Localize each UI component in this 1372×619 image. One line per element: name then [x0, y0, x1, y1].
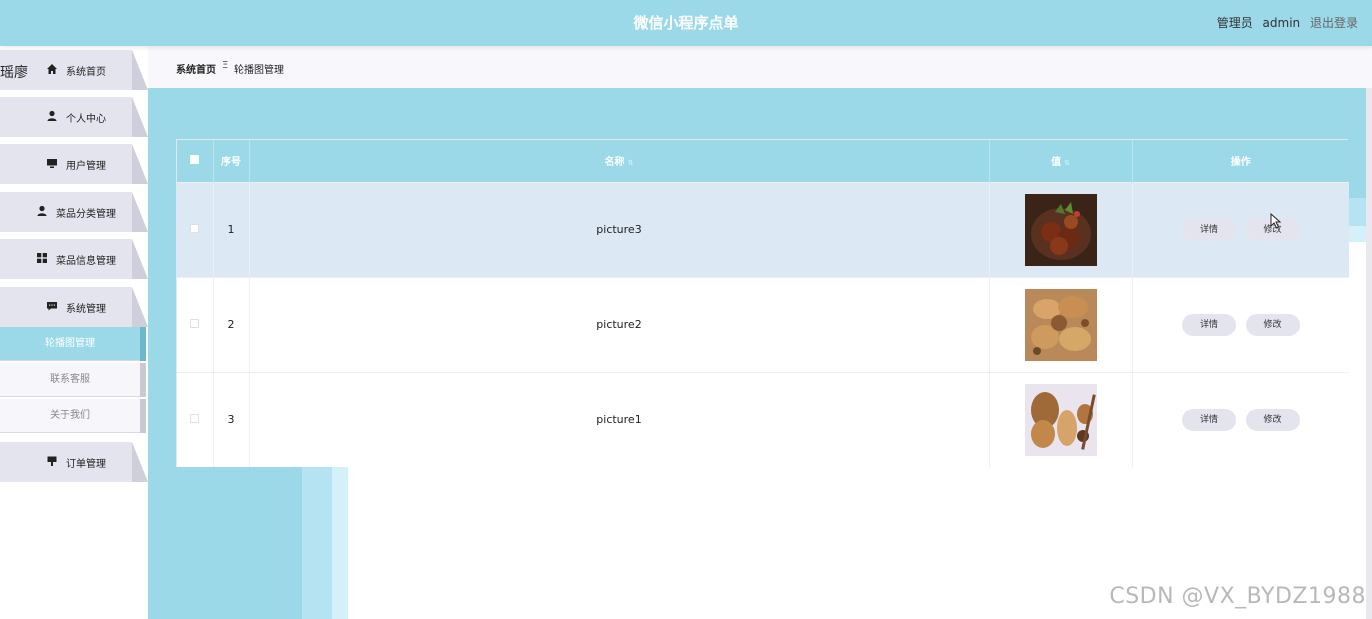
monitor-icon — [46, 157, 58, 169]
breadcrumb-home[interactable]: 系统首页 — [176, 61, 216, 76]
row-checkbox-cell — [177, 372, 214, 467]
food-thumbnail[interactable] — [1024, 288, 1097, 361]
detail-button[interactable]: 详情 — [1182, 313, 1236, 336]
column-header-value[interactable]: 值 ⇅ — [989, 140, 1133, 182]
logout-link[interactable]: 退出登录 — [1310, 16, 1358, 30]
row-image-cell — [989, 277, 1133, 372]
sidebar-item-dish-category[interactable]: 菜品分类管理 — [0, 192, 148, 232]
table-row[interactable]: 1 picture3 详情 修改 — [177, 182, 1349, 277]
sidebar-item-label: 系统管理 — [66, 304, 106, 315]
row-checkbox[interactable] — [190, 224, 200, 233]
mouse-cursor-icon — [1270, 213, 1282, 229]
sort-icon[interactable]: ⇅ — [1064, 159, 1070, 167]
decorative-column — [302, 466, 332, 619]
subitem-indicator — [140, 327, 146, 361]
pin-icon — [46, 455, 58, 467]
decorative-column — [332, 466, 348, 619]
row-index: 1 — [213, 182, 250, 277]
sidebar-item-label: 个人中心 — [66, 114, 106, 125]
row-name: picture1 — [249, 372, 990, 467]
page-scrollbar[interactable] — [1366, 46, 1372, 619]
edit-button[interactable]: 修改 — [1245, 313, 1300, 336]
sidebar-subitem-contact[interactable]: 联系客服 — [0, 363, 140, 397]
row-actions: 详情 修改 — [1132, 182, 1349, 277]
column-header-name[interactable]: 名称 ⇅ — [249, 140, 990, 182]
sidebar-item-label: 系统首页 — [66, 67, 106, 78]
sidebar-item-label: 菜品信息管理 — [56, 256, 116, 267]
column-header-label: 名称 — [604, 157, 625, 169]
row-checkbox-cell — [177, 277, 214, 372]
row-checkbox-cell — [177, 182, 214, 277]
sidebar-item-orders[interactable]: 订单管理 — [0, 442, 148, 482]
user-role-label: 管理员 — [1216, 16, 1253, 30]
row-checkbox[interactable] — [190, 414, 200, 424]
table-row[interactable]: 2 picture2 详情 修改 — [177, 277, 1349, 372]
column-header-actions: 操作 — [1230, 157, 1251, 169]
top-header: 微信小程序点单 管理员 admin 退出登录 — [0, 0, 1372, 46]
sidebar-item-personal[interactable]: 个人中心 — [0, 97, 148, 137]
select-all-cell — [177, 140, 214, 182]
watermark: CSDN @VX_BYDZ1988 — [1109, 584, 1366, 609]
sidebar-item-dish-info[interactable]: 菜品信息管理 — [0, 239, 148, 279]
sidebar-item-label: 用户管理 — [66, 161, 106, 172]
breadcrumb-separator-icon: Ξ — [222, 60, 229, 71]
select-all-checkbox[interactable] — [190, 154, 200, 164]
grid-icon — [36, 252, 48, 264]
user-icon — [46, 110, 58, 122]
user-info: 管理员 admin 退出登录 — [1211, 14, 1358, 31]
table-row[interactable]: 3 picture1 详情 修改 — [177, 372, 1349, 467]
sidebar: 瑶廖 系统首页 个人中心 用户管理 菜品分类管理 菜品信息管理 系统管理 轮播图… — [0, 46, 148, 619]
food-thumbnail[interactable] — [1024, 193, 1097, 266]
column-header-index: 序号 — [213, 140, 250, 182]
chat-icon — [46, 300, 58, 312]
row-name: picture3 — [249, 182, 990, 277]
sidebar-item-label: 菜品分类管理 — [56, 209, 116, 220]
logo-fragment: 瑶廖 — [0, 65, 28, 81]
food-thumbnail[interactable] — [1024, 383, 1097, 456]
sidebar-subitem-about[interactable]: 关于我们 — [0, 399, 140, 433]
column-header-label: 值 — [1051, 157, 1062, 169]
row-name: picture2 — [249, 277, 990, 372]
row-actions: 详情 修改 — [1132, 277, 1349, 372]
detail-button[interactable]: 详情 — [1182, 408, 1236, 431]
sidebar-item-label: 订单管理 — [66, 459, 106, 470]
detail-button[interactable]: 详情 — [1182, 218, 1236, 241]
username-label: admin — [1262, 16, 1301, 30]
row-image-cell — [989, 182, 1133, 277]
subitem-indicator — [140, 363, 146, 397]
app-title: 微信小程序点单 — [633, 14, 739, 32]
row-image-cell — [989, 372, 1133, 467]
sort-icon[interactable]: ⇅ — [628, 159, 634, 167]
row-checkbox[interactable] — [190, 319, 200, 328]
table-header-row: 序号 名称 ⇅ 值 ⇅ 操作 — [177, 140, 1349, 182]
edit-button[interactable]: 修改 — [1245, 408, 1300, 431]
breadcrumb: 系统首页 Ξ 轮播图管理 — [148, 46, 1372, 88]
user-icon — [36, 205, 48, 217]
row-index: 3 — [213, 372, 250, 467]
sidebar-item-users[interactable]: 用户管理 — [0, 144, 148, 184]
subitem-indicator — [140, 399, 146, 433]
home-icon — [46, 63, 58, 75]
carousel-table: 序号 名称 ⇅ 值 ⇅ 操作 1 picture3 详情 修改 2 pictur… — [176, 139, 1349, 467]
row-actions: 详情 修改 — [1132, 372, 1349, 467]
sidebar-subitem-carousel[interactable]: 轮播图管理 — [0, 327, 140, 361]
row-index: 2 — [213, 277, 250, 372]
breadcrumb-current: 轮播图管理 — [234, 65, 284, 76]
sidebar-item-system[interactable]: 系统管理 — [0, 287, 148, 327]
